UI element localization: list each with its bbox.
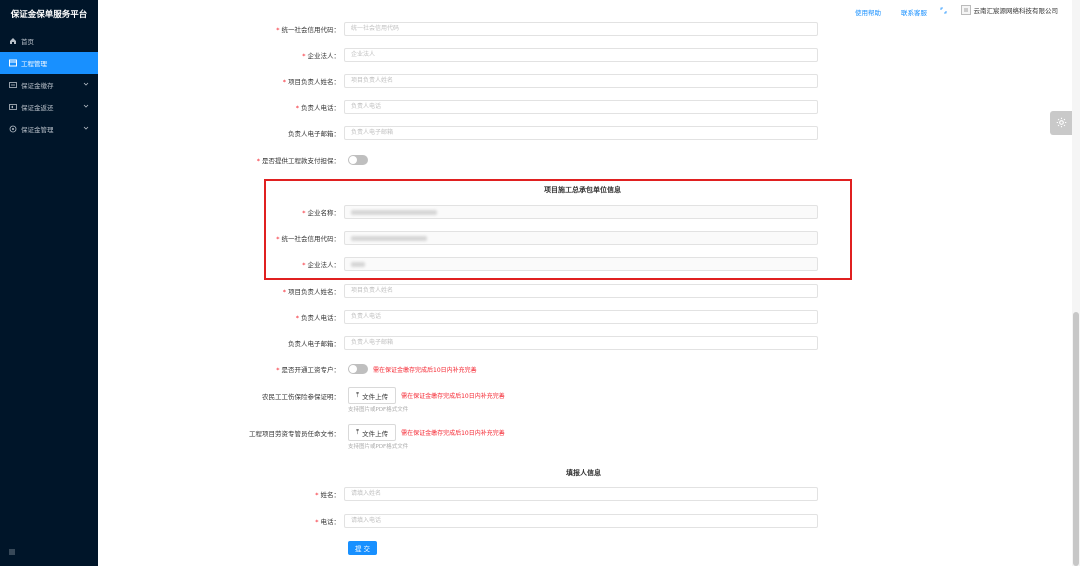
sidebar-item-home[interactable]: 首页 xyxy=(0,30,98,52)
contractor-company-row: * 企业名称： xyxy=(150,205,818,219)
company-logo-icon xyxy=(960,5,971,15)
sidebar: 保证金保单服务平台 首页 工程管理 保证金缴存 保证金返还 保证金管理 xyxy=(0,0,98,566)
filler-phone-input[interactable]: 请填入电话 xyxy=(344,514,818,528)
insurance-cert-label: 农民工工伤保险参保证明： xyxy=(262,392,340,401)
manager-phone-input-2[interactable]: 负责人电话 xyxy=(344,310,818,324)
sidebar-item-return[interactable]: 保证金返还 xyxy=(0,96,98,118)
filler-name-label: * 姓名： xyxy=(315,491,340,499)
manager-phone-input[interactable]: 负责人电话 xyxy=(344,100,818,114)
labor-upload-button[interactable]: ⤒ 文件上传 xyxy=(348,424,397,441)
sidebar-item-label: 保证金管理 xyxy=(21,126,54,134)
redacted-value xyxy=(351,261,365,267)
top-bar: 使用帮助 联系客服 云南汇宸源网络科技有限公司 xyxy=(98,0,1080,22)
sidebar-item-label: 首页 xyxy=(21,38,34,46)
redacted-value xyxy=(351,235,427,241)
provide-guarantee-label: * 是否提供工程款支付担保： xyxy=(256,157,340,165)
sidebar-item-deposit[interactable]: 保证金缴存 xyxy=(0,74,98,96)
manager-email-row-2: 负责人电子邮箱： 负责人电子邮箱 xyxy=(150,336,818,350)
contractor-company-input[interactable] xyxy=(344,205,818,219)
manager-email-input[interactable]: 负责人电子邮箱 xyxy=(344,126,818,140)
labor-appointment-label: 工程项目劳资专管员任命文书： xyxy=(249,429,340,438)
labor-appointment-hint: 需在保证金缴存完成后10日内补充完善 xyxy=(401,430,505,437)
submit-button[interactable]: 提 交 xyxy=(348,541,377,555)
contractor-credit-input[interactable] xyxy=(344,231,818,245)
filler-name-row: * 姓名： 请填入姓名 xyxy=(150,487,818,501)
legal-person-input[interactable]: 企业法人 xyxy=(344,48,818,62)
menu-fold-icon[interactable] xyxy=(8,548,16,558)
manager-email-label-2: 负责人电子邮箱： xyxy=(288,340,340,348)
settings-button[interactable] xyxy=(1050,111,1072,135)
wage-account-hint: 需在保证金缴存完成后10日内补充完善 xyxy=(373,366,477,374)
labor-format-hint: 支持图片或PDF格式文件 xyxy=(348,444,409,450)
help-link[interactable]: 使用帮助 xyxy=(855,7,881,17)
manage-icon xyxy=(8,125,17,134)
contractor-legal-label: * 企业法人： xyxy=(302,261,340,269)
manager-name-input-2[interactable]: 项目负责人姓名 xyxy=(344,284,818,298)
manager-phone-label-2: * 负责人电话： xyxy=(295,314,340,322)
credit-code-row: * 统一社会信用代码： 统一社会信用代码 xyxy=(150,22,818,36)
sidebar-item-project-management[interactable]: 工程管理 xyxy=(0,52,98,74)
sidebar-item-label: 保证金返还 xyxy=(21,104,54,112)
scrollbar-thumb[interactable] xyxy=(1073,312,1079,566)
insurance-upload-button[interactable]: ⤒ 文件上传 xyxy=(348,387,397,404)
credit-code-input[interactable]: 统一社会信用代码 xyxy=(344,22,818,36)
filler-phone-row: * 电话： 请填入电话 xyxy=(150,514,818,528)
credit-code-label: * 统一社会信用代码： xyxy=(276,26,340,34)
insurance-cert-row: 农民工工伤保险参保证明： ⤒ 文件上传 需在保证金缴存完成后10日内补充完善 xyxy=(150,387,505,404)
contractor-legal-row: * 企业法人： xyxy=(150,257,818,271)
manager-email-input-2[interactable]: 负责人电子邮箱 xyxy=(344,336,818,350)
manager-email-row: 负责人电子邮箱： 负责人电子邮箱 xyxy=(150,126,818,140)
manager-phone-row-2: * 负责人电话： 负责人电话 xyxy=(150,310,818,324)
filler-phone-label: * 电话： xyxy=(315,518,340,526)
provide-guarantee-toggle[interactable] xyxy=(348,155,368,165)
provide-guarantee-row: * 是否提供工程款支付担保： xyxy=(150,153,368,167)
chevron-down-icon xyxy=(83,103,89,111)
insurance-format-hint: 支持图片或PDF格式文件 xyxy=(348,407,409,413)
sidebar-item-label: 工程管理 xyxy=(21,60,47,68)
wage-account-toggle[interactable] xyxy=(348,364,368,374)
manager-phone-label: * 负责人电话： xyxy=(295,104,340,112)
scrollbar[interactable] xyxy=(1072,0,1080,566)
manager-name-label: * 项目负责人姓名： xyxy=(282,78,340,86)
legal-person-row: * 企业法人： 企业法人 xyxy=(150,48,818,62)
manager-name-row-2: * 项目负责人姓名： 项目负责人姓名 xyxy=(150,284,818,298)
manager-name-row: * 项目负责人姓名： 项目负责人姓名 xyxy=(150,74,818,88)
expand-icon[interactable] xyxy=(940,7,947,16)
wage-account-label: * 是否开通工资专户： xyxy=(276,366,340,374)
contractor-credit-label: * 统一社会信用代码： xyxy=(276,235,340,243)
contractor-section-title: 项目施工总承包单位信息 xyxy=(544,186,621,194)
sidebar-item-label: 保证金缴存 xyxy=(21,82,54,90)
return-icon xyxy=(8,103,17,112)
manager-name-input[interactable]: 项目负责人姓名 xyxy=(344,74,818,88)
manager-phone-row: * 负责人电话： 负责人电话 xyxy=(150,100,818,114)
labor-appointment-row: 工程项目劳资专管员任命文书： ⤒ 文件上传 需在保证金缴存完成后10日内补充完善 xyxy=(150,424,505,441)
home-icon xyxy=(8,37,17,46)
upload-icon: ⤒ xyxy=(356,428,360,436)
legal-person-label: * 企业法人： xyxy=(302,52,340,60)
contractor-legal-input[interactable] xyxy=(344,257,818,271)
company-info[interactable]: 云南汇宸源网络科技有限公司 xyxy=(960,5,1059,15)
deposit-icon xyxy=(8,81,17,90)
insurance-cert-hint: 需在保证金缴存完成后10日内补充完善 xyxy=(401,393,505,400)
redacted-value xyxy=(351,209,437,215)
gear-icon xyxy=(1056,117,1067,130)
sidebar-item-manage[interactable]: 保证金管理 xyxy=(0,118,98,140)
wage-account-row: * 是否开通工资专户： 需在保证金缴存完成后10日内补充完善 xyxy=(150,362,477,376)
app-title: 保证金保单服务平台 xyxy=(10,10,88,20)
company-name: 云南汇宸源网络科技有限公司 xyxy=(973,7,1059,15)
filler-name-input[interactable]: 请填入姓名 xyxy=(344,487,818,501)
chevron-down-icon xyxy=(83,125,89,133)
filler-section-title: 填报人信息 xyxy=(566,469,601,477)
chevron-down-icon xyxy=(83,81,89,89)
manager-name-label-2: * 项目负责人姓名： xyxy=(282,288,340,296)
customer-service-link[interactable]: 联系客服 xyxy=(901,7,927,17)
project-icon xyxy=(8,59,17,68)
contractor-company-label: * 企业名称： xyxy=(302,209,340,217)
upload-icon: ⤒ xyxy=(356,391,360,399)
contractor-credit-row: * 统一社会信用代码： xyxy=(150,231,818,245)
manager-email-label: 负责人电子邮箱： xyxy=(288,130,340,138)
